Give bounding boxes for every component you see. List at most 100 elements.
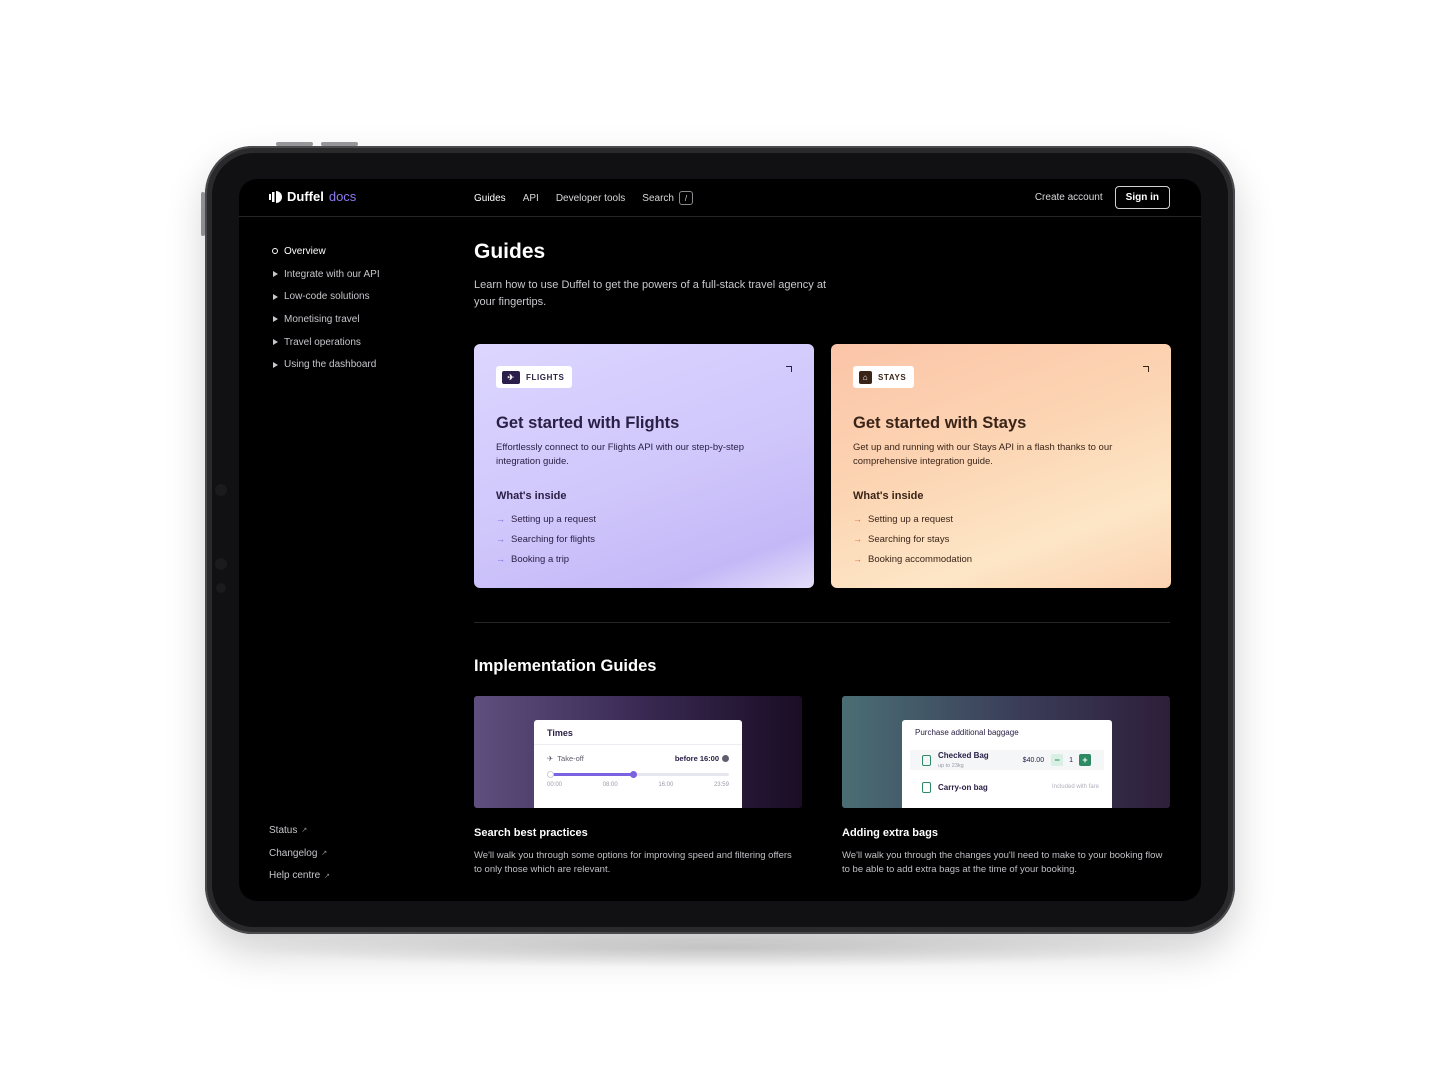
sidebar-footer: Status ↗ Changelog ↗ Help centre ↗ bbox=[269, 819, 330, 887]
brand-suffix: docs bbox=[328, 189, 357, 204]
status-link[interactable]: Status ↗ bbox=[269, 819, 330, 842]
badge-label: FLIGHTS bbox=[526, 372, 565, 382]
slider-start-handle bbox=[547, 771, 554, 778]
bag-name: Carry-on bag bbox=[938, 782, 988, 792]
sidebar-item-travel-operations[interactable]: Travel operations bbox=[272, 331, 380, 354]
search-guide-description: We'll walk you through some options for … bbox=[474, 850, 792, 875]
decrement-icon: − bbox=[1051, 754, 1064, 766]
takeoff-value: before 16:00 bbox=[674, 754, 719, 763]
nav-search[interactable]: Search / bbox=[642, 191, 693, 205]
bag-price: $40.00 bbox=[1022, 756, 1045, 764]
arrow-up-right-icon bbox=[786, 366, 792, 372]
implementation-guides-heading: Implementation Guides bbox=[474, 657, 657, 675]
arrow-right-icon: → bbox=[496, 554, 505, 564]
list-item-label: Searching for flights bbox=[511, 533, 595, 545]
expand-triangle-icon bbox=[273, 316, 278, 323]
card-title: Get started with Stays bbox=[853, 414, 1027, 432]
bag-name: Checked Bag bbox=[938, 751, 989, 760]
device-shadow bbox=[232, 928, 1208, 968]
search-shortcut-key: / bbox=[678, 191, 693, 205]
stays-badge: ⌂ STAYS bbox=[853, 366, 915, 388]
device-camera bbox=[215, 558, 227, 570]
expand-triangle-icon bbox=[273, 293, 278, 300]
clear-icon bbox=[722, 755, 729, 762]
nav-guides[interactable]: Guides bbox=[474, 193, 506, 204]
create-account-link[interactable]: Create account bbox=[1035, 192, 1103, 203]
nav-api[interactable]: API bbox=[523, 193, 539, 204]
plane-ticket-icon: ✈ bbox=[502, 370, 520, 384]
sidebar-item-low-code[interactable]: Low-code solutions bbox=[272, 285, 380, 308]
bags-guide-description: We'll walk you through the changes you'l… bbox=[842, 850, 1163, 875]
expand-triangle-icon bbox=[273, 361, 278, 368]
list-item-label: Booking a trip bbox=[511, 553, 570, 565]
flights-badge: ✈ FLIGHTS bbox=[496, 366, 573, 388]
bag-note: Included with fare bbox=[1051, 784, 1099, 790]
tick-label: 23:59 bbox=[713, 782, 729, 788]
sidebar-item-label: Integrate with our API bbox=[284, 268, 380, 280]
card-contents-list: → Setting up a request → Searching for sta… bbox=[853, 509, 972, 569]
takeoff-label: Take-off bbox=[557, 754, 584, 763]
search-guide-thumbnail[interactable]: Times ✈ Take-off before 16:00 00:00 08:0… bbox=[474, 696, 802, 808]
sign-in-button[interactable]: Sign in bbox=[1114, 186, 1170, 209]
device-sensor bbox=[215, 484, 227, 496]
slider-fill bbox=[553, 773, 633, 776]
stays-card[interactable]: ⌂ STAYS Get started with Stays Get up an… bbox=[831, 344, 1171, 588]
bag-quantity-stepper: − 1 + bbox=[1051, 754, 1091, 766]
search-guide-title[interactable]: Search best practices bbox=[474, 827, 588, 839]
bags-guide-thumbnail[interactable]: Purchase additional baggage Checked Bag … bbox=[842, 696, 1170, 808]
changelog-label: Changelog bbox=[269, 847, 318, 859]
external-link-icon: ↗ bbox=[324, 872, 331, 880]
duffel-logo-icon bbox=[269, 190, 282, 203]
tick-label: 00:00 bbox=[547, 782, 563, 788]
page-subtitle: Learn how to use Duffel to get the power… bbox=[474, 279, 826, 308]
list-item-label: Booking accommodation bbox=[868, 553, 973, 565]
increment-icon: + bbox=[1079, 754, 1091, 766]
card-inside-heading: What's inside bbox=[496, 490, 567, 502]
slider-ticks: 00:00 08:00 16:00 23:59 bbox=[534, 782, 742, 788]
logo[interactable]: Duffel docs bbox=[269, 189, 356, 204]
takeoff-row: ✈ Take-off before 16:00 bbox=[534, 754, 742, 763]
list-item: → Setting up a request bbox=[496, 509, 596, 529]
arrow-up-right-icon bbox=[1143, 366, 1149, 372]
arrow-right-icon: → bbox=[853, 534, 862, 544]
takeoff-icon: ✈ bbox=[547, 754, 554, 763]
expand-triangle-icon bbox=[273, 271, 278, 278]
baggage-mock: Purchase additional baggage Checked Bag … bbox=[902, 720, 1112, 808]
badge-label: STAYS bbox=[878, 372, 907, 382]
list-item: → Booking a trip bbox=[496, 549, 596, 569]
card-description: Get up and running with our Stays API in… bbox=[853, 442, 1113, 467]
external-link-icon: ↗ bbox=[321, 850, 328, 858]
bag-quantity: 1 bbox=[1069, 756, 1073, 764]
house-icon: ⌂ bbox=[859, 370, 872, 384]
card-inside-heading: What's inside bbox=[853, 490, 924, 502]
page-title: Guides bbox=[474, 240, 546, 263]
account-actions: Create account Sign in bbox=[1035, 186, 1170, 209]
arrow-right-icon: → bbox=[853, 554, 862, 564]
status-label: Status bbox=[269, 824, 298, 836]
list-item: → Setting up a request bbox=[853, 509, 972, 529]
nav-developer-tools[interactable]: Developer tools bbox=[556, 193, 625, 204]
changelog-link[interactable]: Changelog ↗ bbox=[269, 842, 330, 865]
expand-triangle-icon bbox=[273, 339, 278, 346]
app-screen: Duffel docs Guides API Developer tools S… bbox=[239, 179, 1201, 901]
external-link-icon: ↗ bbox=[301, 827, 308, 835]
sidebar-item-label: Monetising travel bbox=[284, 313, 360, 325]
arrow-right-icon: → bbox=[853, 514, 862, 524]
flights-card[interactable]: ✈ FLIGHTS Get started with Flights Effor… bbox=[474, 344, 814, 588]
sidebar-item-label: Low-code solutions bbox=[284, 291, 370, 303]
bags-guide-title[interactable]: Adding extra bags bbox=[842, 827, 938, 839]
sidebar-item-label: Travel operations bbox=[284, 336, 361, 348]
top-navigation: Duffel docs Guides API Developer tools S… bbox=[239, 179, 1201, 217]
device-sensor bbox=[216, 583, 226, 593]
times-filter-mock: Times ✈ Take-off before 16:00 00:00 08:0… bbox=[534, 720, 742, 808]
list-item-label: Setting up a request bbox=[511, 513, 597, 525]
sidebar-item-monetising[interactable]: Monetising travel bbox=[272, 308, 380, 331]
brand-name: Duffel bbox=[287, 189, 324, 204]
list-item: → Booking accommodation bbox=[853, 549, 972, 569]
list-item: → Searching for flights bbox=[496, 529, 596, 549]
help-centre-link[interactable]: Help centre ↗ bbox=[269, 864, 330, 887]
sidebar-item-overview[interactable]: Overview bbox=[272, 240, 380, 263]
sidebar-item-dashboard[interactable]: Using the dashboard bbox=[272, 353, 380, 376]
list-item: → Searching for stays bbox=[853, 529, 972, 549]
sidebar-item-integrate[interactable]: Integrate with our API bbox=[272, 263, 380, 286]
